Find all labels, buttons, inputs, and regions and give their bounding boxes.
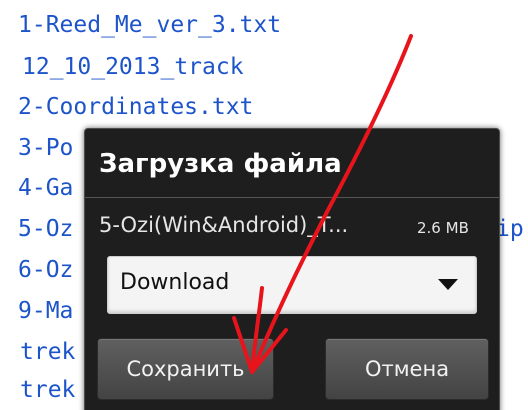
file-list-item[interactable]: trek bbox=[20, 337, 75, 367]
dialog-title: Загрузка файла bbox=[99, 149, 342, 179]
file-list-item[interactable]: 2-Coordinates.txt bbox=[18, 92, 253, 122]
download-file-name: 5-Ozi(Win&Android)_T... bbox=[99, 213, 349, 237]
folder-select[interactable]: Download bbox=[107, 256, 477, 314]
screen: 1-Reed_Me_ver_3.txt 12_10_2013_track 2-C… bbox=[0, 0, 528, 410]
file-list-item[interactable]: trek bbox=[20, 375, 75, 405]
download-dialog: Загрузка файла 5-Ozi(Win&Android)_T... 2… bbox=[84, 128, 500, 410]
file-list-item[interactable]: 1-Reed_Me_ver_3.txt bbox=[18, 10, 281, 40]
dialog-divider bbox=[85, 197, 499, 198]
chevron-down-icon bbox=[438, 279, 458, 290]
cancel-button[interactable]: Отмена bbox=[325, 338, 489, 400]
file-list-item[interactable]: 9-Ma bbox=[18, 296, 73, 326]
file-list-item-overflow-text[interactable]: ip bbox=[496, 214, 524, 244]
save-button[interactable]: Сохранить bbox=[97, 338, 274, 400]
file-list-item[interactable]: 6-Oz bbox=[18, 255, 73, 285]
file-list-item[interactable]: 3-Po bbox=[18, 133, 73, 163]
file-list-item[interactable]: 12_10_2013_track bbox=[22, 52, 244, 82]
file-list-item[interactable]: 4-Ga bbox=[18, 173, 73, 203]
download-file-size: 2.6 MB bbox=[417, 219, 469, 237]
folder-select-value: Download bbox=[120, 270, 230, 295]
file-list-item[interactable]: 5-Oz bbox=[18, 214, 73, 244]
